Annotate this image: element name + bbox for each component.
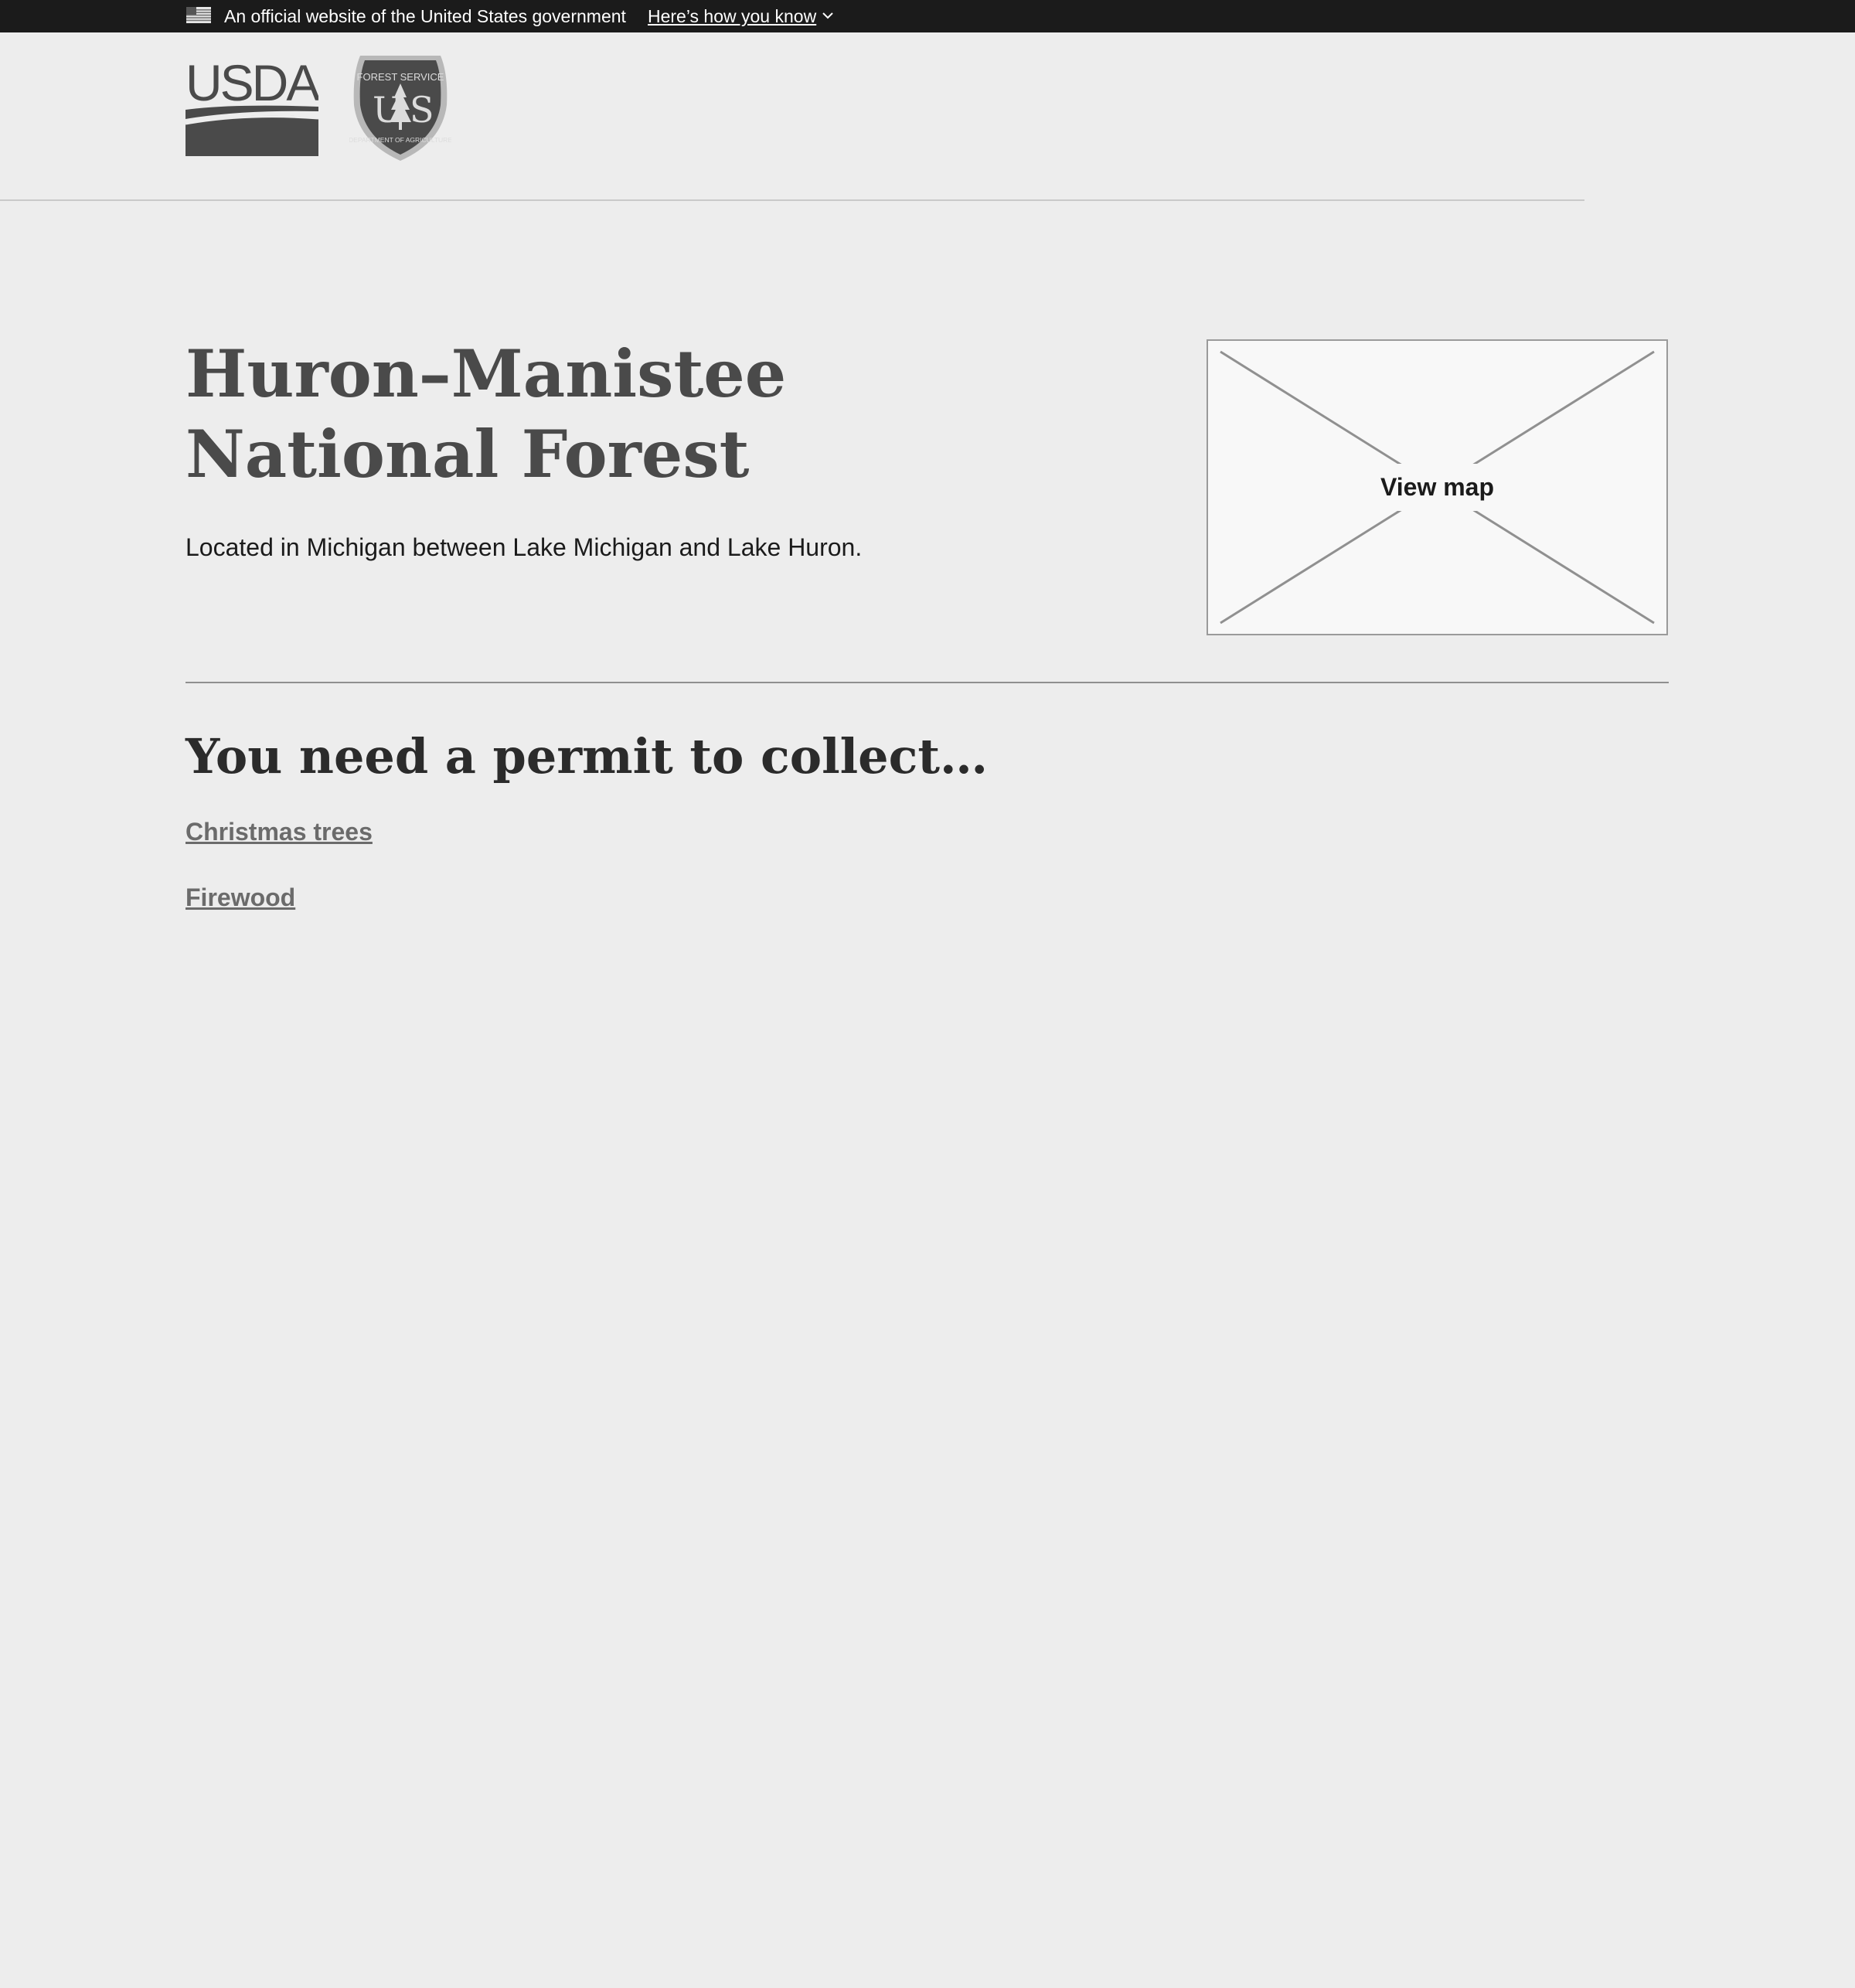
how-you-know-link[interactable]: Here’s how you know [648,0,816,32]
header-logos: USDA FOREST SERVICE U S DEPARTMENT OF AG… [186,51,456,167]
permits-heading: You need a permit to collect… [186,728,989,785]
section-divider [186,682,1669,683]
svg-text:USDA: USDA [186,62,318,111]
gov-banner: An official website of the United States… [0,0,1855,32]
svg-text:FOREST SERVICE: FOREST SERVICE [357,71,444,83]
us-flag-icon [186,7,211,23]
view-map-button[interactable]: View map [1207,339,1668,635]
official-site-text: An official website of the United States… [224,6,626,26]
forest-description: Located in Michigan between Lake Michiga… [186,533,863,561]
forest-service-logo[interactable]: FOREST SERVICE U S DEPARTMENT OF AGRICUL… [349,51,451,164]
header-divider [0,199,1584,201]
svg-text:S: S [410,89,434,131]
christmas-trees-link[interactable]: Christmas trees [186,818,373,846]
chevron-down-icon[interactable] [822,10,834,21]
page-title: Huron–Manistee National Forest [186,335,787,492]
svg-text:DEPARTMENT OF AGRICULTURE: DEPARTMENT OF AGRICULTURE [349,136,451,144]
firewood-link[interactable]: Firewood [186,883,295,912]
view-map-label[interactable]: View map [1358,464,1516,511]
usda-logo[interactable]: USDA [186,62,318,156]
